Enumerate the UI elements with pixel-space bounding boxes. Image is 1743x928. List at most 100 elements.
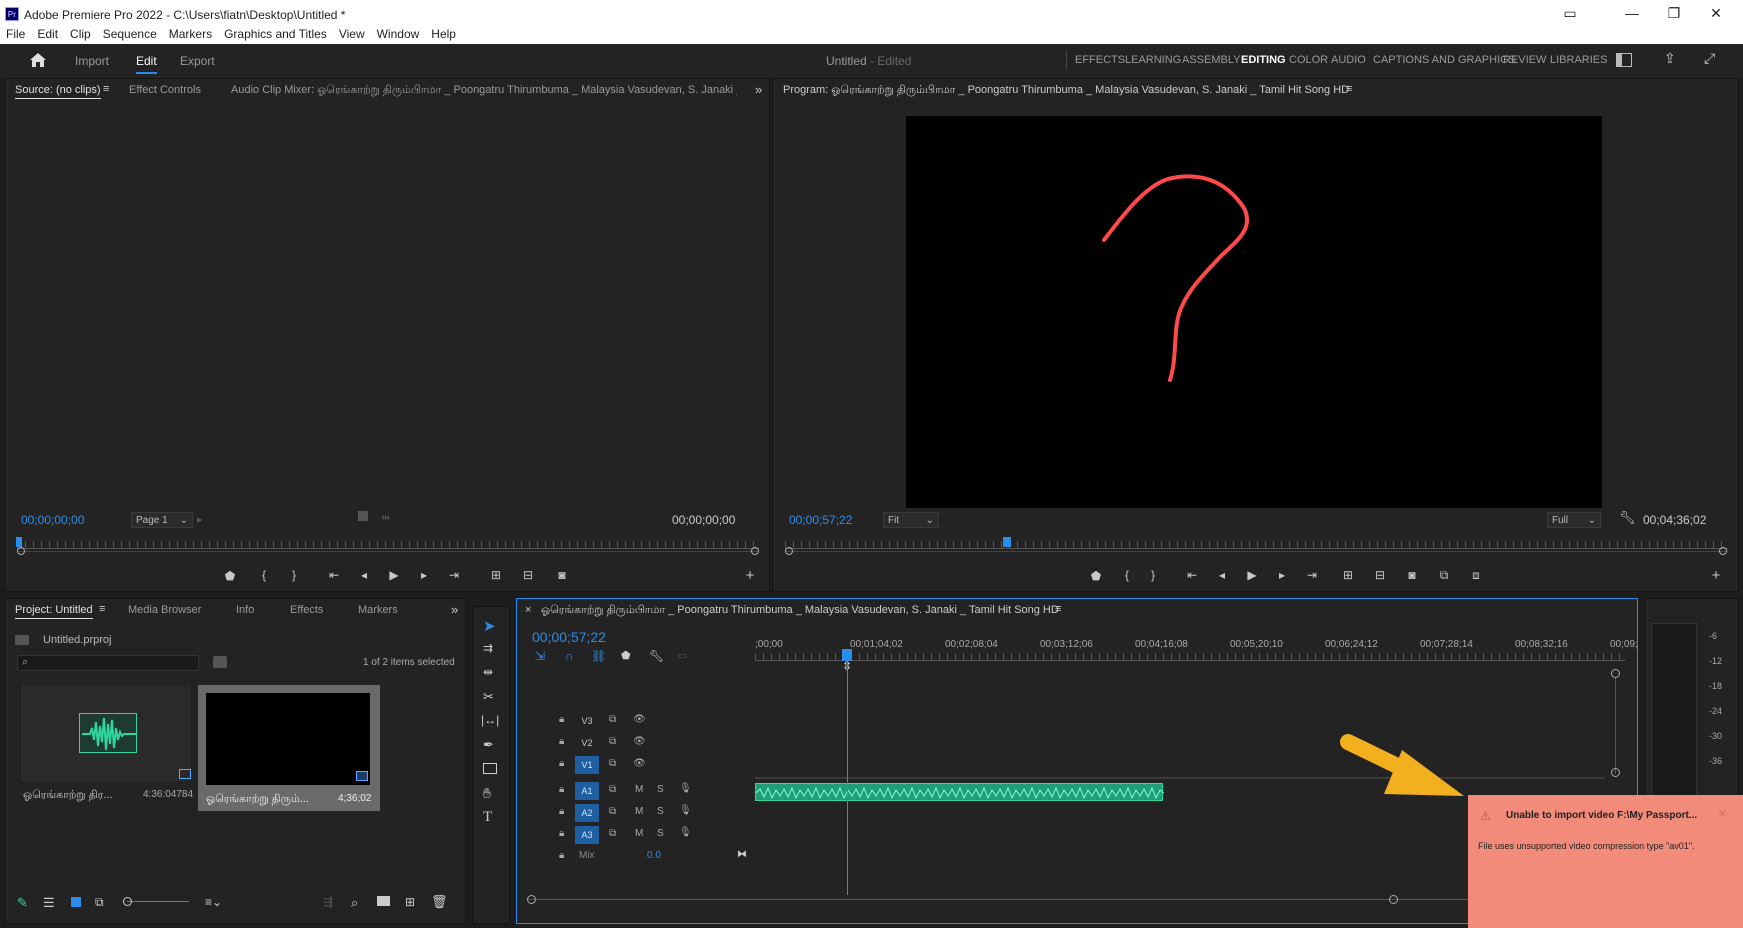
sort-icons-icon[interactable]: ≡⌄ xyxy=(205,895,222,909)
search-input[interactable]: ⌕ xyxy=(17,655,199,671)
extract-icon[interactable]: ⊟ xyxy=(1371,568,1389,582)
sync-lock-icon[interactable]: ⧉ xyxy=(609,714,616,725)
close-button[interactable]: ✕ xyxy=(1698,5,1734,25)
menu-window[interactable]: Window xyxy=(371,24,426,41)
export-frame-icon[interactable]: ◙ xyxy=(1403,568,1421,582)
minimize-button[interactable]: — xyxy=(1614,5,1650,25)
go-to-in-icon[interactable]: ⇤ xyxy=(325,568,343,582)
workspace-color[interactable]: COLOR xyxy=(1289,54,1328,66)
slip-tool-icon[interactable]: |↔| xyxy=(481,713,499,727)
add-button-icon[interactable]: + xyxy=(741,567,759,584)
zoom-handle-right[interactable] xyxy=(1719,547,1727,555)
sync-lock-icon[interactable]: ⧉ xyxy=(609,758,616,769)
linked-selection-icon[interactable]: ⛓︎ xyxy=(591,649,606,663)
overwrite-icon[interactable]: ⊟ xyxy=(519,568,537,582)
workspace-review[interactable]: REVIEW xyxy=(1503,54,1546,66)
trash-icon[interactable]: 🗑︎ xyxy=(431,894,448,910)
source-playhead[interactable] xyxy=(16,537,22,547)
insert-icon[interactable]: ⊞ xyxy=(487,568,505,582)
panel-menu-icon[interactable]: ≡ xyxy=(1346,83,1352,95)
add-button-icon[interactable]: + xyxy=(1707,567,1725,584)
tab-markers[interactable]: Markers xyxy=(358,604,398,616)
program-timecode[interactable]: 00;00;57;22 xyxy=(789,513,852,527)
audio-clip[interactable] xyxy=(755,783,1165,801)
mark-out-icon[interactable]: } xyxy=(285,568,303,582)
freeform-view-icon[interactable]: ⧉ xyxy=(95,895,104,910)
new-item-icon[interactable]: ⊞ xyxy=(405,895,415,909)
zoom-handle-left[interactable] xyxy=(785,547,793,555)
solo-button[interactable]: S xyxy=(657,828,664,839)
tab-export[interactable]: Export xyxy=(180,54,215,68)
fullscreen-icon[interactable]: ⤢ xyxy=(1704,50,1715,67)
lock-icon[interactable]: 🔒︎ xyxy=(559,714,564,725)
lock-icon[interactable]: 🔒︎ xyxy=(559,806,564,817)
panel-menu-icon[interactable]: ≡ xyxy=(99,603,105,615)
lock-icon[interactable]: 🔒︎ xyxy=(559,784,564,795)
sync-lock-icon[interactable]: ⧉ xyxy=(609,806,616,817)
go-to-in-icon[interactable]: ⇤ xyxy=(1183,568,1201,582)
menu-edit[interactable]: Edit xyxy=(31,24,64,41)
menu-markers[interactable]: Markers xyxy=(163,24,218,41)
workspace-assembly[interactable]: ASSEMBLY xyxy=(1182,54,1241,66)
sync-lock-icon[interactable]: ⧉ xyxy=(609,736,616,747)
tab-edit[interactable]: Edit xyxy=(136,54,157,74)
new-bin-icon[interactable] xyxy=(377,896,390,906)
track-label[interactable]: V3 xyxy=(575,712,599,730)
home-icon[interactable] xyxy=(28,51,48,69)
automate-to-sequence-icon[interactable]: ⇶ xyxy=(323,895,333,909)
eye-icon[interactable]: 👁︎ xyxy=(633,758,646,769)
tab-import[interactable]: Import xyxy=(75,54,109,68)
pen-tool-icon[interactable]: ✒︎ xyxy=(483,737,494,753)
step-forward-icon[interactable]: ▸ xyxy=(1273,568,1291,582)
nest-icon[interactable]: ⇲ xyxy=(535,649,545,663)
workspace-audio[interactable]: AUDIO xyxy=(1331,54,1366,66)
step-forward-icon[interactable]: ▸ xyxy=(415,568,433,582)
toggle-proxies-icon[interactable]: ⧈ xyxy=(1467,568,1485,583)
tab-source[interactable]: Source: (no clips) xyxy=(15,84,101,99)
tab-sequence[interactable]: ஓரெங்காற்று திரும்பிாமா _ Poongatru Thir… xyxy=(541,604,1059,618)
program-zoom-bar[interactable] xyxy=(785,551,1728,552)
zoom-handle-left[interactable] xyxy=(17,547,25,555)
timeline-settings-icon[interactable]: 🔧︎ xyxy=(649,649,664,663)
mute-button[interactable]: M xyxy=(635,784,643,795)
track-label[interactable]: V1 xyxy=(575,756,599,774)
drag-audio-icon[interactable]: ⇹ xyxy=(381,511,390,524)
tab-effects[interactable]: Effects xyxy=(290,604,323,616)
vertical-scroll-handle[interactable] xyxy=(1611,669,1620,678)
panel-menu-icon[interactable]: ≡ xyxy=(1055,603,1061,615)
zoom-slider-handle[interactable] xyxy=(123,897,132,906)
export-frame-icon[interactable]: ◙ xyxy=(553,568,571,582)
timeline-playhead-line[interactable] xyxy=(847,661,848,895)
project-item-sequence[interactable]: ஓரெங்காற்று திரும்... 4;36;02 xyxy=(198,685,380,811)
workspace-effects[interactable]: EFFECTS xyxy=(1075,54,1125,66)
menu-clip[interactable]: Clip xyxy=(64,24,97,41)
lock-icon[interactable]: 🔒︎ xyxy=(559,828,564,839)
go-to-out-icon[interactable]: ⇥ xyxy=(445,568,463,582)
captions-icon[interactable]: ▭ xyxy=(677,649,687,662)
lock-icon[interactable]: 🔒︎ xyxy=(559,850,564,861)
find-icon[interactable]: ⌕ xyxy=(351,895,358,911)
add-marker-icon[interactable]: ⬟ xyxy=(1087,569,1105,583)
icon-view-icon[interactable] xyxy=(71,897,81,907)
tab-project[interactable]: Project: Untitled xyxy=(15,604,93,619)
mute-button[interactable]: M xyxy=(635,806,643,817)
microphone-icon[interactable]: 🎙︎ xyxy=(679,783,692,794)
selection-tool-icon[interactable]: ➤ xyxy=(483,617,496,635)
workspace-learning[interactable]: LEARNING xyxy=(1125,54,1181,66)
horizontal-scrollbar[interactable] xyxy=(527,899,1627,900)
program-video-frame[interactable] xyxy=(906,116,1602,508)
pencil-icon[interactable]: ✎ xyxy=(17,895,28,911)
track-label[interactable]: V2 xyxy=(575,734,599,752)
panel-toggle-icon[interactable] xyxy=(1616,53,1632,67)
mix-value[interactable]: 0.0 xyxy=(647,850,661,861)
lift-icon[interactable]: ⊞ xyxy=(1339,568,1357,582)
project-item-audio[interactable]: ஓரெங்காற்று திர... 4:36:04784 xyxy=(15,685,197,811)
eye-icon[interactable]: 👁︎ xyxy=(633,714,646,725)
menu-file[interactable]: File xyxy=(0,24,31,41)
mark-in-icon[interactable]: { xyxy=(1118,568,1136,582)
search-field[interactable] xyxy=(36,656,196,670)
resolution-select[interactable]: Full ⌄ xyxy=(1547,512,1601,528)
play-icon[interactable]: ▶ xyxy=(1243,568,1261,582)
workspace-captions-and-graphics[interactable]: CAPTIONS AND GRAPHICS xyxy=(1373,54,1515,66)
maximize-button[interactable]: ❐ xyxy=(1656,5,1692,25)
